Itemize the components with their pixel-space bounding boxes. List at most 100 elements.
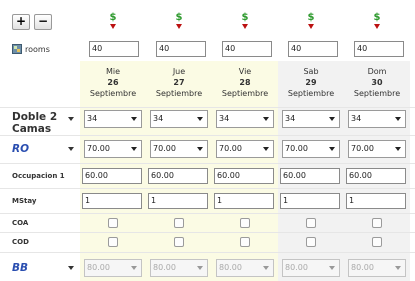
date-day: 29: [305, 78, 317, 87]
date-month: Septiembre: [155, 89, 203, 98]
min-stay-input[interactable]: 1: [148, 193, 208, 209]
date-day: 26: [107, 78, 119, 87]
room-type-select[interactable]: 34: [282, 110, 340, 128]
select-value: 34: [153, 114, 164, 123]
dollar-down-arrow-icon[interactable]: $: [106, 13, 120, 31]
chevron-down-icon[interactable]: [391, 141, 405, 157]
date-header: Sab 29 Septiembre: [278, 66, 344, 99]
chevron-down-icon[interactable]: [127, 260, 141, 276]
dollar-down-arrow-icon[interactable]: $: [304, 13, 318, 31]
chevron-down-icon[interactable]: [68, 117, 74, 121]
chevron-down-icon[interactable]: [259, 260, 273, 276]
chevron-down-icon[interactable]: [325, 141, 339, 157]
room-type-select[interactable]: 34: [84, 110, 142, 128]
row-divider: [0, 107, 415, 108]
chevron-down-icon[interactable]: [127, 111, 141, 127]
bb-rate-select[interactable]: 80.00: [348, 259, 406, 277]
min-stay-input[interactable]: 1: [280, 193, 340, 209]
select-value: 80.00: [351, 263, 374, 272]
coa-checkbox[interactable]: [174, 218, 184, 228]
add-button[interactable]: +: [12, 14, 30, 30]
rooms-input[interactable]: 40: [354, 41, 404, 57]
dollar-down-arrow-icon[interactable]: $: [172, 13, 186, 31]
chevron-down-icon[interactable]: [391, 260, 405, 276]
room-type-select[interactable]: 34: [216, 110, 274, 128]
chevron-down-icon[interactable]: [127, 141, 141, 157]
select-value: 80.00: [219, 263, 242, 272]
dollar-down-arrow-icon[interactable]: $: [238, 13, 252, 31]
min-stay-input[interactable]: 1: [214, 193, 274, 209]
occupancy-input[interactable]: 60.00: [82, 168, 142, 184]
select-value: 70.00: [285, 144, 308, 153]
date-day: 27: [173, 78, 185, 87]
ro-label: RO: [12, 143, 30, 155]
chevron-down-icon[interactable]: [193, 141, 207, 157]
bb-rate-select[interactable]: 80.00: [84, 259, 142, 277]
chevron-down-icon[interactable]: [68, 147, 74, 151]
mstay-label: MStay: [12, 197, 37, 205]
occupancy-input[interactable]: 60.00: [148, 168, 208, 184]
chevron-down-icon[interactable]: [325, 260, 339, 276]
dollar-down-arrow-icon[interactable]: $: [370, 13, 384, 31]
chevron-down-icon[interactable]: [325, 111, 339, 127]
ro-rate-select[interactable]: 70.00: [282, 140, 340, 158]
chevron-down-icon[interactable]: [193, 111, 207, 127]
select-value: 34: [219, 114, 230, 123]
select-value: 34: [87, 114, 98, 123]
chevron-down-icon[interactable]: [259, 111, 273, 127]
bb-rate-select[interactable]: 80.00: [282, 259, 340, 277]
row-divider: [0, 213, 415, 214]
remove-button[interactable]: −: [34, 14, 52, 30]
room-type-select[interactable]: 34: [348, 110, 406, 128]
chevron-down-icon[interactable]: [193, 260, 207, 276]
date-month: Septiembre: [221, 89, 269, 98]
ro-rate-select[interactable]: 70.00: [216, 140, 274, 158]
coa-checkbox[interactable]: [240, 218, 250, 228]
coa-checkbox[interactable]: [108, 218, 118, 228]
coa-checkbox[interactable]: [306, 218, 316, 228]
date-month: Septiembre: [353, 89, 401, 98]
availability-grid: + − $ $ $ $ $ rooms 40 40 40 40 40 Mie 2…: [0, 0, 415, 281]
row-divider: [0, 188, 415, 189]
rooms-input[interactable]: 40: [222, 41, 272, 57]
coa-checkbox[interactable]: [372, 218, 382, 228]
select-value: 34: [285, 114, 296, 123]
cod-checkbox[interactable]: [174, 237, 184, 247]
date-day: 30: [371, 78, 383, 87]
occupancy-label: Occupacion 1: [12, 172, 65, 180]
rooms-input[interactable]: 40: [89, 41, 139, 57]
min-stay-input[interactable]: 1: [82, 193, 142, 209]
date-header: Vie 28 Septiembre: [212, 66, 278, 99]
cod-checkbox[interactable]: [372, 237, 382, 247]
occupancy-input[interactable]: 60.00: [280, 168, 340, 184]
rooms-input[interactable]: 40: [288, 41, 338, 57]
ro-rate-select[interactable]: 70.00: [348, 140, 406, 158]
cod-checkbox[interactable]: [240, 237, 250, 247]
ro-rate-select[interactable]: 70.00: [84, 140, 142, 158]
chevron-down-icon[interactable]: [391, 111, 405, 127]
occupancy-input[interactable]: 60.00: [214, 168, 274, 184]
min-stay-input[interactable]: 1: [346, 193, 406, 209]
ro-rate-select[interactable]: 70.00: [150, 140, 208, 158]
row-divider: [0, 232, 415, 233]
select-value: 70.00: [153, 144, 176, 153]
bb-rate-select[interactable]: 80.00: [216, 259, 274, 277]
coa-label: COA: [12, 219, 29, 227]
date-header: Jue 27 Septiembre: [146, 66, 212, 99]
date-month: Septiembre: [89, 89, 137, 98]
date-weekday: Jue: [172, 67, 186, 76]
chevron-down-icon[interactable]: [259, 141, 273, 157]
cod-checkbox[interactable]: [108, 237, 118, 247]
bb-label: BB: [12, 262, 29, 274]
row-divider: [0, 163, 415, 164]
room-type-select[interactable]: 34: [150, 110, 208, 128]
rooms-input[interactable]: 40: [156, 41, 206, 57]
date-weekday: Sab: [303, 67, 319, 76]
select-value: 80.00: [153, 263, 176, 272]
select-value: 70.00: [351, 144, 374, 153]
select-value: 80.00: [87, 263, 110, 272]
occupancy-input[interactable]: 60.00: [346, 168, 406, 184]
bb-rate-select[interactable]: 80.00: [150, 259, 208, 277]
chevron-down-icon[interactable]: [68, 266, 74, 270]
cod-checkbox[interactable]: [306, 237, 316, 247]
